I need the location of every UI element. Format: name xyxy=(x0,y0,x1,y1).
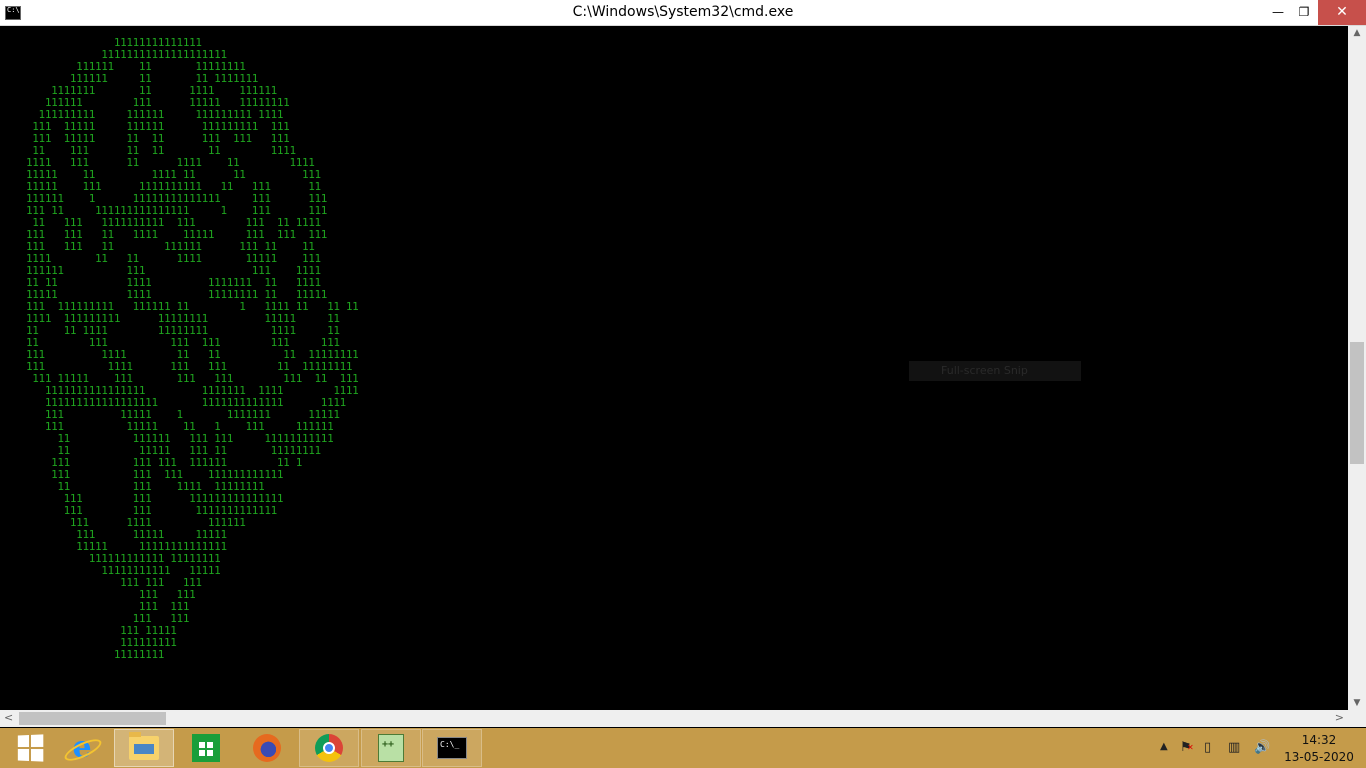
vertical-scroll-thumb[interactable] xyxy=(1350,342,1364,464)
firefox-icon xyxy=(253,734,281,762)
windows-logo-icon xyxy=(17,734,44,762)
device-icon[interactable]: ▯ xyxy=(1204,740,1211,755)
action-center-flag-icon[interactable]: ⚑ xyxy=(1180,740,1193,755)
chrome-icon xyxy=(315,734,343,762)
ascii-art-output: 11111111111111 11111111111111111111 1111… xyxy=(26,37,359,661)
taskbar-notepad-plus-plus[interactable] xyxy=(361,729,421,767)
notepad-plus-plus-icon xyxy=(378,734,404,762)
clock-date[interactable]: 13-05-2020 xyxy=(1281,750,1357,764)
console-line: 11111111 xyxy=(26,648,165,661)
internet-explorer-icon: e xyxy=(67,733,97,763)
horizontal-scrollbar[interactable]: < > xyxy=(0,710,1348,727)
store-icon xyxy=(192,734,220,762)
console-output[interactable]: 11111111111111 11111111111111111111 1111… xyxy=(0,26,1348,710)
taskbar-internet-explorer[interactable]: e xyxy=(52,729,112,767)
taskbar-chrome[interactable] xyxy=(299,729,359,767)
scroll-right-icon[interactable]: > xyxy=(1335,711,1344,724)
volume-icon[interactable]: 🔊 xyxy=(1254,740,1270,755)
taskbar-file-explorer[interactable] xyxy=(114,729,174,767)
title-bar: C:\Windows\System32\cmd.exe — ❐ ✕ xyxy=(0,0,1366,26)
start-button[interactable] xyxy=(0,729,60,767)
network-icon[interactable]: ▥ xyxy=(1228,740,1240,755)
command-prompt-icon xyxy=(437,737,467,759)
minimize-button[interactable]: — xyxy=(1264,0,1292,25)
clock-time[interactable]: 14:32 xyxy=(1281,733,1357,747)
taskbar: e ▲ ⚑ ▯ ▥ 🔊 xyxy=(0,728,1366,768)
scroll-left-icon[interactable]: < xyxy=(4,711,13,724)
snip-tooltip: Full-screen Snip xyxy=(909,361,1081,381)
vertical-scrollbar[interactable]: ▲ ▼ xyxy=(1348,26,1366,710)
restore-button[interactable]: ❐ xyxy=(1290,0,1318,25)
scroll-down-icon[interactable]: ▼ xyxy=(1348,698,1366,708)
taskbar-firefox[interactable] xyxy=(237,729,297,767)
close-button[interactable]: ✕ xyxy=(1318,0,1366,25)
show-hidden-icons-icon[interactable]: ▲ xyxy=(1160,741,1168,752)
taskbar-command-prompt[interactable] xyxy=(422,729,482,767)
scrollbar-corner xyxy=(1348,710,1366,727)
taskbar-store[interactable] xyxy=(176,729,236,767)
folder-icon xyxy=(129,732,159,760)
horizontal-scroll-thumb[interactable] xyxy=(19,712,166,725)
window-title: C:\Windows\System32\cmd.exe xyxy=(572,4,794,20)
scroll-up-icon[interactable]: ▲ xyxy=(1348,28,1366,38)
